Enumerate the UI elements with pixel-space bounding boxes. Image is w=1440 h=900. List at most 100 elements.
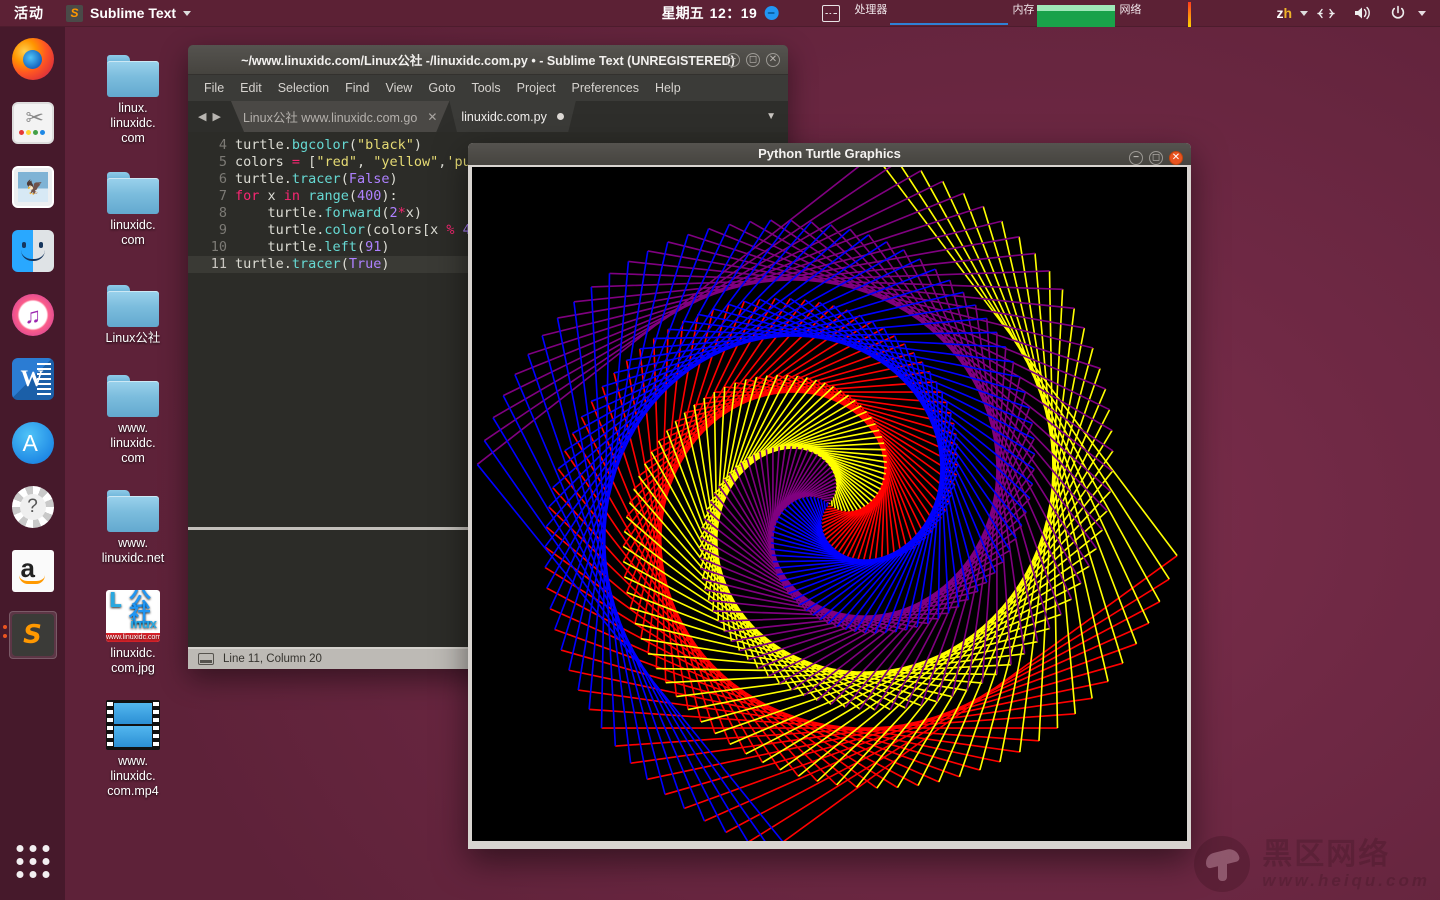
desktop-icon-image-jpg[interactable]: L 公社 inux www.linuxidc.com linuxidc. com… bbox=[85, 590, 181, 676]
minimize-button[interactable]: − bbox=[726, 53, 740, 67]
close-icon[interactable]: ✕ bbox=[427, 110, 437, 124]
maximize-button[interactable]: ◻ bbox=[1149, 151, 1163, 165]
dock-item-sublime[interactable]: S bbox=[2, 611, 57, 659]
cpu-monitor[interactable]: 处理器 bbox=[850, 0, 1009, 27]
maximize-button[interactable]: ◻ bbox=[746, 53, 760, 67]
code-token: ( bbox=[340, 171, 349, 187]
close-button[interactable]: ✕ bbox=[1169, 151, 1183, 165]
folder-icon bbox=[107, 285, 159, 327]
cpu-label: 处理器 bbox=[854, 3, 888, 16]
sublime-menubar: File Edit Selection Find View Goto Tools… bbox=[188, 75, 788, 101]
dock-item-screenshot[interactable]: ✂ bbox=[9, 99, 57, 147]
dock-item-amazon[interactable]: a bbox=[9, 547, 57, 595]
memory-monitor[interactable]: 内存 bbox=[1008, 0, 1116, 27]
desktop-icon-folder-5[interactable]: www. linuxidc.net bbox=[85, 490, 181, 566]
code-token: 400 bbox=[356, 188, 382, 204]
code-token: True bbox=[348, 256, 382, 272]
tab-linuxidc-py[interactable]: linuxidc.com.py bbox=[449, 101, 576, 132]
message-indicator-icon[interactable] bbox=[764, 6, 779, 20]
finder-icon bbox=[11, 230, 54, 272]
clock-time: 12：19 bbox=[709, 5, 758, 21]
tab-next-icon[interactable]: ▶ bbox=[212, 110, 220, 123]
sublime-window-controls: − ◻ ✕ bbox=[726, 45, 780, 75]
folder-icon bbox=[107, 490, 159, 532]
code-token: forward bbox=[324, 205, 382, 221]
code-token: ): bbox=[381, 188, 398, 204]
desktop-icon-folder-2[interactable]: linuxidc. com bbox=[85, 172, 181, 248]
code-token: color bbox=[324, 222, 366, 238]
network-monitor[interactable]: 网络 bbox=[1115, 0, 1262, 27]
app-menu-entry[interactable]: S Sublime Text bbox=[56, 0, 201, 26]
tab-label: linuxidc.com.py bbox=[461, 109, 547, 124]
line-number-gutter: 4 5 6 7 8 9 10 11 bbox=[188, 132, 235, 527]
code-token: = bbox=[291, 154, 301, 170]
dock-item-help[interactable] bbox=[9, 483, 57, 531]
code-token: x) bbox=[405, 205, 422, 221]
system-menu-chevron-icon[interactable] bbox=[1418, 10, 1426, 16]
code-token: * bbox=[397, 205, 406, 221]
jpg-icon-char-linux: inux bbox=[130, 616, 157, 631]
dock-item-mail[interactable]: 🦅 bbox=[9, 163, 57, 211]
dock-item-firefox[interactable] bbox=[9, 35, 57, 83]
menu-selection[interactable]: Selection bbox=[270, 78, 337, 98]
menu-file[interactable]: File bbox=[196, 78, 232, 98]
clock-day: 星期五 bbox=[661, 5, 704, 21]
menu-view[interactable]: View bbox=[377, 78, 420, 98]
chevron-down-icon-lang bbox=[1300, 10, 1308, 16]
code-token: ( bbox=[348, 188, 357, 204]
tab-prev-icon[interactable]: ◀ bbox=[198, 110, 206, 123]
minimize-button[interactable]: − bbox=[1129, 151, 1143, 165]
tab-linuxidc-go[interactable]: Linux公社 www.linuxidc.com.go ✕ bbox=[230, 101, 450, 132]
tab-nav-arrows[interactable]: ◀ ▶ bbox=[188, 101, 231, 132]
menu-tools[interactable]: Tools bbox=[463, 78, 508, 98]
desktop-icon-folder-4[interactable]: www. linuxidc. com bbox=[85, 375, 181, 466]
clock-area[interactable]: 星期五 12：19 bbox=[662, 0, 779, 26]
system-monitor-icon[interactable] bbox=[822, 4, 841, 22]
desktop-icon-label: www. linuxidc. com.mp4 bbox=[107, 754, 159, 798]
activities-button[interactable]: 活动 bbox=[0, 0, 56, 26]
show-applications-button[interactable] bbox=[16, 845, 49, 878]
menu-preferences[interactable]: Preferences bbox=[564, 78, 647, 98]
turtle-canvas-wrapper bbox=[468, 165, 1191, 841]
cursor-position-status: Line 11, Column 20 bbox=[223, 653, 322, 665]
network-icon[interactable] bbox=[1317, 7, 1335, 20]
code-token: False bbox=[348, 171, 390, 187]
sublime-titlebar[interactable]: ~/www.linuxidc.com/Linux公社 -/linuxidc.co… bbox=[188, 45, 788, 75]
python-turtle-window[interactable]: Python Turtle Graphics − ◻ ✕ bbox=[468, 143, 1191, 849]
menu-help[interactable]: Help bbox=[647, 78, 689, 98]
turtle-canvas[interactable] bbox=[472, 166, 1187, 841]
cpu-graph bbox=[890, 0, 1009, 27]
menu-find[interactable]: Find bbox=[337, 78, 377, 98]
language-indicator[interactable]: zh bbox=[1276, 5, 1292, 21]
code-token: (colors[x bbox=[365, 222, 447, 238]
turtle-titlebar[interactable]: Python Turtle Graphics − ◻ ✕ bbox=[468, 143, 1191, 165]
tab-overflow-chevron-icon[interactable]: ▼ bbox=[754, 101, 788, 132]
menu-edit[interactable]: Edit bbox=[232, 78, 270, 98]
dock-item-music[interactable]: ♫ bbox=[9, 291, 57, 339]
code-token: tracer bbox=[291, 256, 341, 272]
dock-item-appstore[interactable]: A bbox=[9, 419, 57, 467]
desktop-icon-label: www. linuxidc.net bbox=[101, 536, 165, 565]
desktop-icon-video-mp4[interactable]: www. linuxidc. com.mp4 bbox=[85, 700, 181, 799]
desktop-icon-folder-1[interactable]: linux. linuxidc. com bbox=[85, 55, 181, 146]
top-panel: 活动 S Sublime Text 星期五 12：19 处理器 内存 网络 zh bbox=[0, 0, 1440, 27]
layout-icon[interactable] bbox=[198, 653, 214, 665]
dock-item-word[interactable]: W bbox=[9, 355, 57, 403]
menu-goto[interactable]: Goto bbox=[420, 78, 463, 98]
modified-dot-icon bbox=[556, 113, 564, 120]
code-token: turtle. bbox=[235, 171, 292, 187]
menu-project[interactable]: Project bbox=[509, 78, 564, 98]
power-icon[interactable] bbox=[1390, 5, 1406, 21]
desktop-icon-label: linuxidc. com bbox=[110, 218, 156, 247]
folder-icon bbox=[107, 55, 159, 97]
network-graph bbox=[1144, 0, 1262, 27]
dock-item-finder[interactable] bbox=[9, 227, 57, 275]
code-token: for bbox=[235, 188, 260, 204]
code-token: range bbox=[308, 188, 349, 204]
line-number: 7 bbox=[218, 188, 227, 204]
code-token: "yellow" bbox=[373, 154, 439, 170]
desktop-icon-folder-3[interactable]: Linux公社 bbox=[85, 285, 181, 346]
image-file-icon: L 公社 inux www.linuxidc.com bbox=[106, 590, 160, 642]
volume-icon[interactable] bbox=[1353, 5, 1372, 21]
close-button[interactable]: ✕ bbox=[766, 53, 780, 67]
